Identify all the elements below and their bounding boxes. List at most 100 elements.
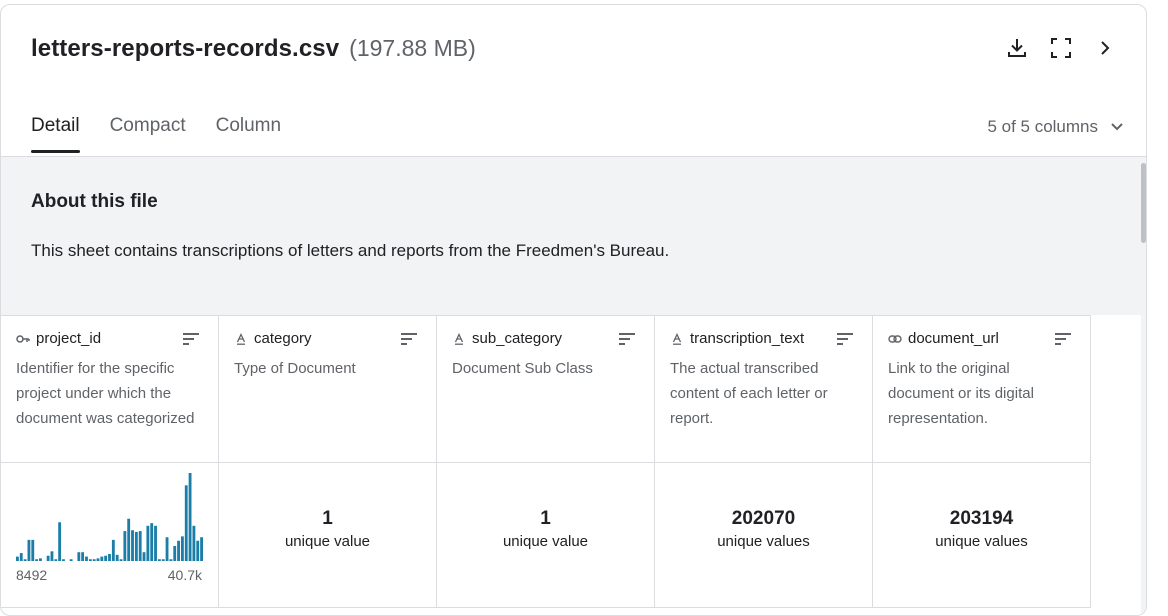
download-icon[interactable] — [1006, 37, 1028, 59]
histogram-bar[interactable] — [150, 523, 154, 561]
column-header-document-url[interactable]: document_url Link to the original docume… — [873, 315, 1091, 463]
unique-count-value: 1 — [322, 508, 333, 529]
histogram-bar[interactable] — [23, 559, 27, 561]
histogram-bar[interactable] — [127, 518, 131, 561]
column-header-transcription-text[interactable]: transcription_text The actual transcribe… — [655, 315, 873, 463]
tab-compact[interactable]: Compact — [110, 115, 186, 153]
histogram-bar[interactable] — [196, 540, 200, 561]
histogram-bar[interactable] — [27, 539, 31, 561]
histogram-bar[interactable] — [188, 473, 192, 561]
column-header-row: project_id Identifier for the specific p… — [1, 315, 1093, 463]
file-header: letters-reports-records.csv (197.88 MB) — [31, 35, 476, 75]
unique-count-label: unique values — [935, 533, 1028, 550]
histogram-bar[interactable] — [200, 537, 203, 561]
histogram-bar[interactable] — [35, 559, 39, 561]
histogram-bar[interactable] — [165, 537, 169, 561]
histogram-bar[interactable] — [62, 559, 65, 561]
histogram-bar[interactable] — [134, 531, 138, 561]
sort-icon[interactable] — [400, 332, 418, 346]
column-name: category — [254, 330, 312, 347]
stats-sub-category: 1 unique value — [437, 463, 655, 608]
text-type-icon — [234, 332, 248, 345]
text-type-icon — [452, 332, 466, 345]
column-header-sub-category[interactable]: sub_category Document Sub Class — [437, 315, 655, 463]
histogram-bar[interactable] — [46, 555, 50, 561]
histogram-min-label: 8492 — [16, 567, 48, 583]
histogram-bar[interactable] — [96, 558, 100, 561]
sort-icon[interactable] — [618, 332, 636, 346]
histogram-max-label: 40.7k — [167, 567, 202, 583]
histogram-bar[interactable] — [88, 559, 92, 561]
file-size: (197.88 MB) — [349, 35, 476, 61]
histogram-bar[interactable] — [119, 559, 123, 561]
histogram-bar[interactable] — [104, 555, 108, 561]
histogram-bar[interactable] — [111, 539, 115, 561]
histogram-bar[interactable] — [54, 559, 58, 561]
histogram-bar[interactable] — [173, 546, 177, 561]
scrollbar-thumb[interactable] — [1141, 163, 1146, 243]
histogram-bar[interactable] — [50, 551, 54, 561]
histogram-bar[interactable] — [180, 536, 184, 561]
column-description: Identifier for the specific project unde… — [16, 360, 195, 427]
sort-icon[interactable] — [836, 332, 854, 346]
histogram-bar[interactable] — [85, 556, 88, 561]
histogram-bar[interactable] — [81, 552, 85, 561]
text-type-icon — [670, 332, 684, 345]
link-icon — [888, 334, 902, 344]
histogram-bar[interactable] — [157, 559, 161, 561]
histogram-bar[interactable] — [154, 525, 157, 561]
histogram-bar[interactable] — [138, 531, 142, 561]
unique-count: 1 unique value — [437, 507, 654, 553]
column-name: sub_category — [472, 330, 563, 347]
column-description: Document Sub Class — [452, 360, 593, 377]
column-name: document_url — [908, 330, 999, 347]
column-stats-row: 8492 40.7k 1 unique value 1 unique value… — [1, 463, 1093, 608]
sort-icon[interactable] — [182, 332, 200, 346]
project-id-histogram[interactable] — [16, 471, 204, 561]
histogram-bar[interactable] — [146, 525, 150, 561]
unique-count: 203194 unique values — [873, 507, 1090, 553]
column-selector-label: 5 of 5 columns — [987, 117, 1098, 136]
histogram-bar[interactable] — [77, 552, 81, 561]
column-header-category[interactable]: category Type of Document — [219, 315, 437, 463]
unique-count-label: unique values — [717, 533, 810, 550]
column-title: sub_category — [452, 330, 562, 347]
file-name: letters-reports-records.csv — [31, 35, 340, 62]
histogram-bar[interactable] — [58, 522, 62, 561]
histogram-bar[interactable] — [19, 553, 23, 561]
histogram-bar[interactable] — [115, 554, 119, 561]
histogram-bar[interactable] — [184, 485, 188, 561]
view-tabs: Detail Compact Column — [31, 115, 281, 153]
histogram-bar[interactable] — [123, 531, 127, 561]
histogram-bar[interactable] — [131, 530, 134, 561]
chevron-down-icon — [1111, 123, 1123, 131]
histogram-bar[interactable] — [92, 559, 96, 561]
fullscreen-icon[interactable] — [1050, 37, 1072, 59]
histogram-bar[interactable] — [108, 553, 111, 561]
stats-transcription-text: 202070 unique values — [655, 463, 873, 608]
column-title: project_id — [16, 330, 101, 347]
histogram-bar[interactable] — [16, 556, 19, 561]
histogram-bar[interactable] — [177, 540, 180, 561]
column-name: project_id — [36, 330, 102, 347]
column-description: Link to the original document or its dig… — [888, 360, 1034, 427]
histogram-bar[interactable] — [39, 558, 42, 561]
column-selector[interactable]: 5 of 5 columns — [987, 117, 1124, 137]
histogram-bar[interactable] — [161, 559, 165, 561]
unique-count: 1 unique value — [219, 507, 436, 553]
about-section: About this file This sheet contains tran… — [1, 157, 1141, 315]
histogram-bar[interactable] — [69, 559, 73, 561]
tab-detail[interactable]: Detail — [31, 115, 80, 153]
sort-icon[interactable] — [1054, 332, 1072, 346]
histogram-bar[interactable] — [169, 559, 173, 561]
column-title: transcription_text — [670, 330, 804, 347]
tab-column[interactable]: Column — [216, 115, 281, 153]
histogram-bar[interactable] — [100, 556, 104, 561]
histogram-bar[interactable] — [142, 552, 146, 561]
chevron-right-icon[interactable] — [1094, 37, 1116, 59]
unique-count-value: 202070 — [731, 508, 796, 529]
histogram-bar[interactable] — [31, 539, 35, 561]
unique-count-label: unique value — [284, 533, 371, 550]
histogram-bar[interactable] — [192, 525, 196, 561]
column-header-project-id[interactable]: project_id Identifier for the specific p… — [1, 315, 219, 463]
